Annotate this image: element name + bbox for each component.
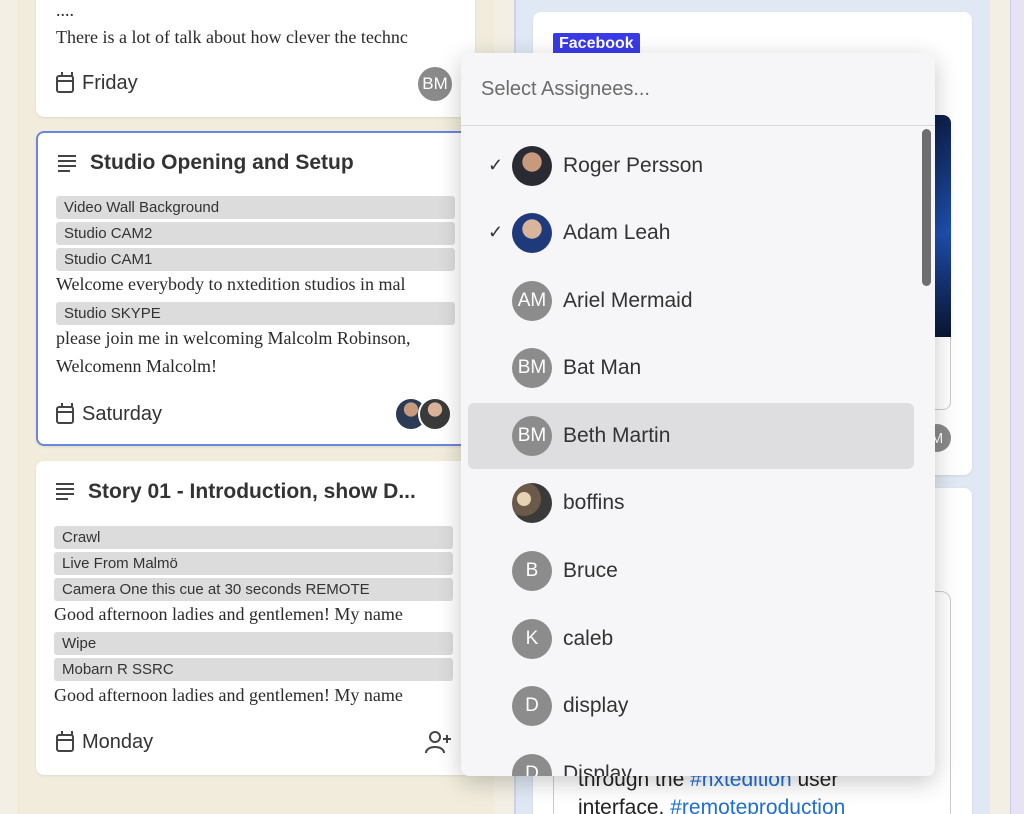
script-text: Good afternoon ladies and gentlemen! My … [54, 685, 403, 705]
assignee-option[interactable]: AM Ariel Mermaid [468, 268, 914, 334]
script-tag: Mobarn R SSRC [54, 658, 453, 681]
card-day: Friday [82, 72, 138, 94]
avatar-photo [512, 483, 552, 523]
avatar-initials: B [512, 551, 552, 591]
assignee-option[interactable]: K caleb [468, 606, 914, 672]
avatar-initials: AM [512, 281, 552, 321]
assignee-name: Adam Leah [563, 221, 671, 244]
script-tag: Studio CAM2 [56, 222, 455, 245]
assignee-option[interactable]: BM Beth Martin [468, 403, 914, 469]
scrollbar-thumb[interactable] [922, 129, 931, 286]
card-ellipsis: .... [56, 0, 74, 20]
script-text: please join me in welcoming Malcolm Robi… [56, 328, 411, 348]
assignee-option[interactable]: D display [468, 673, 914, 739]
assignee-name: caleb [563, 627, 614, 650]
assignee-name: Bruce [563, 559, 618, 582]
script-tag: Wipe [54, 632, 453, 655]
document-icon [58, 155, 76, 172]
check-icon: ✓ [488, 222, 504, 242]
card-snippet: There is a lot of talk about how clever … [56, 27, 408, 47]
avatar-initials: BM [512, 416, 552, 456]
card-footer: Friday [56, 71, 138, 95]
post-text-line: interface. #remoteproduction [578, 796, 845, 814]
check-icon: ✓ [488, 155, 504, 175]
script-tag: Studio CAM1 [56, 248, 455, 271]
script-tag: Camera One this cue at 30 seconds REMOTE [54, 578, 453, 601]
card-day: Monday [82, 731, 154, 753]
assignee-avatar-photo[interactable] [418, 397, 452, 431]
avatar-photo [512, 213, 552, 253]
assignee-option[interactable]: boffins [468, 470, 914, 536]
avatar-initials: K [512, 619, 552, 659]
card-title: Studio Opening and Setup [90, 151, 354, 174]
card-footer: Monday [56, 730, 154, 754]
card-footer: Saturday [56, 402, 163, 426]
card-title: Story 01 - Introduction, show D... [88, 480, 416, 503]
card-day: Saturday [82, 403, 163, 425]
assignee-option[interactable]: ✓ Adam Leah [468, 200, 914, 266]
avatar-initials: D [512, 754, 552, 776]
script-tag: Studio SKYPE [56, 302, 455, 325]
card-story-01[interactable]: Story 01 - Introduction, show D... Crawl… [36, 461, 475, 775]
script-tag: Crawl [54, 526, 453, 549]
column-far-right [1010, 0, 1024, 814]
card-studio-opening[interactable]: Studio Opening and Setup Video Wall Back… [36, 131, 475, 446]
assignee-name: boffins [563, 491, 625, 514]
assignee-name: Display [563, 762, 632, 776]
assignee-option[interactable]: B Bruce [468, 538, 914, 604]
assignee-dropdown[interactable]: ✓ Roger Persson ✓ Adam Leah AM Ariel Mer… [461, 53, 935, 776]
script-text: Good afternoon ladies and gentlemen! My … [54, 604, 403, 624]
assignee-search-input[interactable] [481, 73, 911, 105]
assignee-name: Roger Persson [563, 154, 704, 177]
dropdown-scrollbar[interactable] [920, 125, 933, 776]
calendar-icon [56, 71, 74, 93]
script-tag: Live From Malmö [54, 552, 453, 575]
assignee-option[interactable]: D Display [468, 741, 914, 776]
assignee-name: display [563, 694, 629, 717]
avatar-initials: D [512, 686, 552, 726]
calendar-icon [56, 730, 74, 752]
script-text: Welcomenn Malcolm! [56, 356, 217, 376]
assignee-name: Beth Martin [563, 424, 671, 447]
assignee-avatar[interactable]: BM [418, 67, 452, 101]
hashtag-link[interactable]: #remoteproduction [670, 796, 845, 814]
assignee-name: Bat Man [563, 356, 642, 379]
add-assignee-icon[interactable] [425, 729, 453, 755]
avatar-photo [512, 146, 552, 186]
facebook-badge: Facebook [553, 33, 640, 55]
script-tag: Video Wall Background [56, 196, 455, 219]
document-icon [56, 483, 74, 500]
calendar-icon [56, 402, 74, 424]
post-text: interface. [578, 796, 671, 814]
assignee-name: Ariel Mermaid [563, 289, 693, 312]
avatar-initials: BM [512, 348, 552, 388]
script-text: Welcome everybody to nxtedition studios … [56, 274, 406, 294]
card-friday[interactable]: .... There is a lot of talk about how cl… [36, 0, 475, 117]
assignee-option[interactable]: BM Bat Man [468, 335, 914, 401]
assignee-option[interactable]: ✓ Roger Persson [468, 133, 914, 199]
assignee-search [461, 53, 935, 126]
